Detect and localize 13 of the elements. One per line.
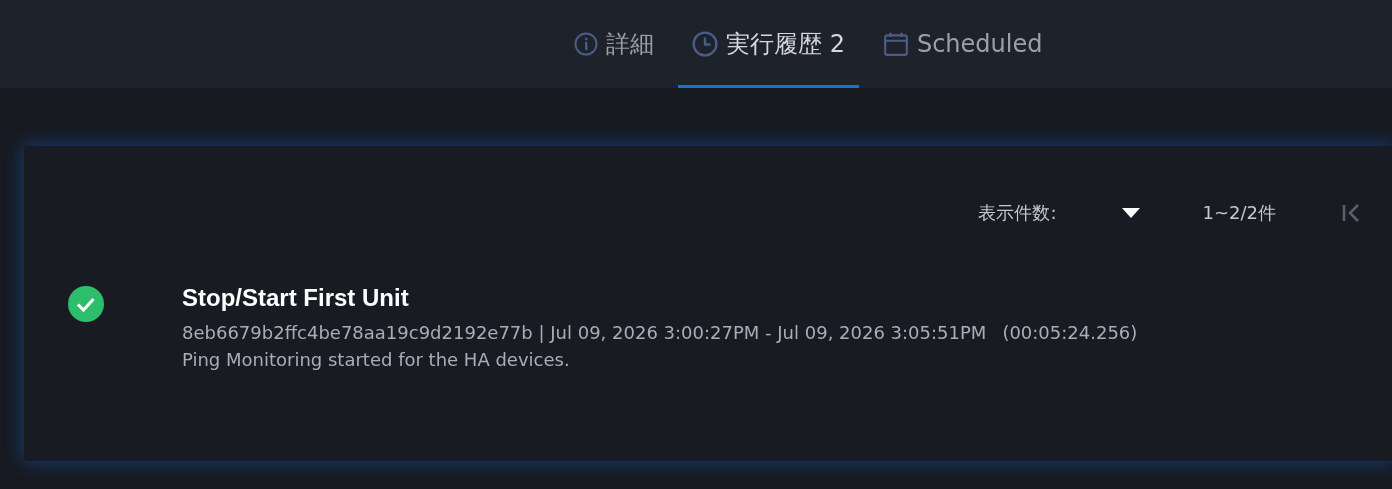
tab[interactable]: Scheduled bbox=[868, 0, 1057, 88]
run-duration: (00:05:24.256) bbox=[1002, 322, 1138, 343]
info-icon bbox=[574, 32, 598, 56]
caret-icon[interactable] bbox=[1122, 208, 1141, 218]
run-meta: 8eb6679b2ffc4be78aa19c9d2192e77b | Jul 09, 2026 3:00:27PM - Jul 09, 2026 3:05:51PM bbox=[182, 322, 987, 343]
page-size-label: 表示件数: bbox=[978, 201, 1057, 225]
tab[interactable]: 詳細 bbox=[560, 0, 668, 88]
tab[interactable]: 実行履歴 2 bbox=[678, 0, 859, 88]
page-range: 1~2/2件 bbox=[1202, 201, 1276, 225]
clock-icon bbox=[692, 31, 718, 57]
run-message: Ping Monitoring started for the HA devices. bbox=[182, 349, 571, 370]
run-title: Stop/Start First Unit bbox=[182, 284, 410, 312]
calendar-icon bbox=[882, 31, 909, 57]
